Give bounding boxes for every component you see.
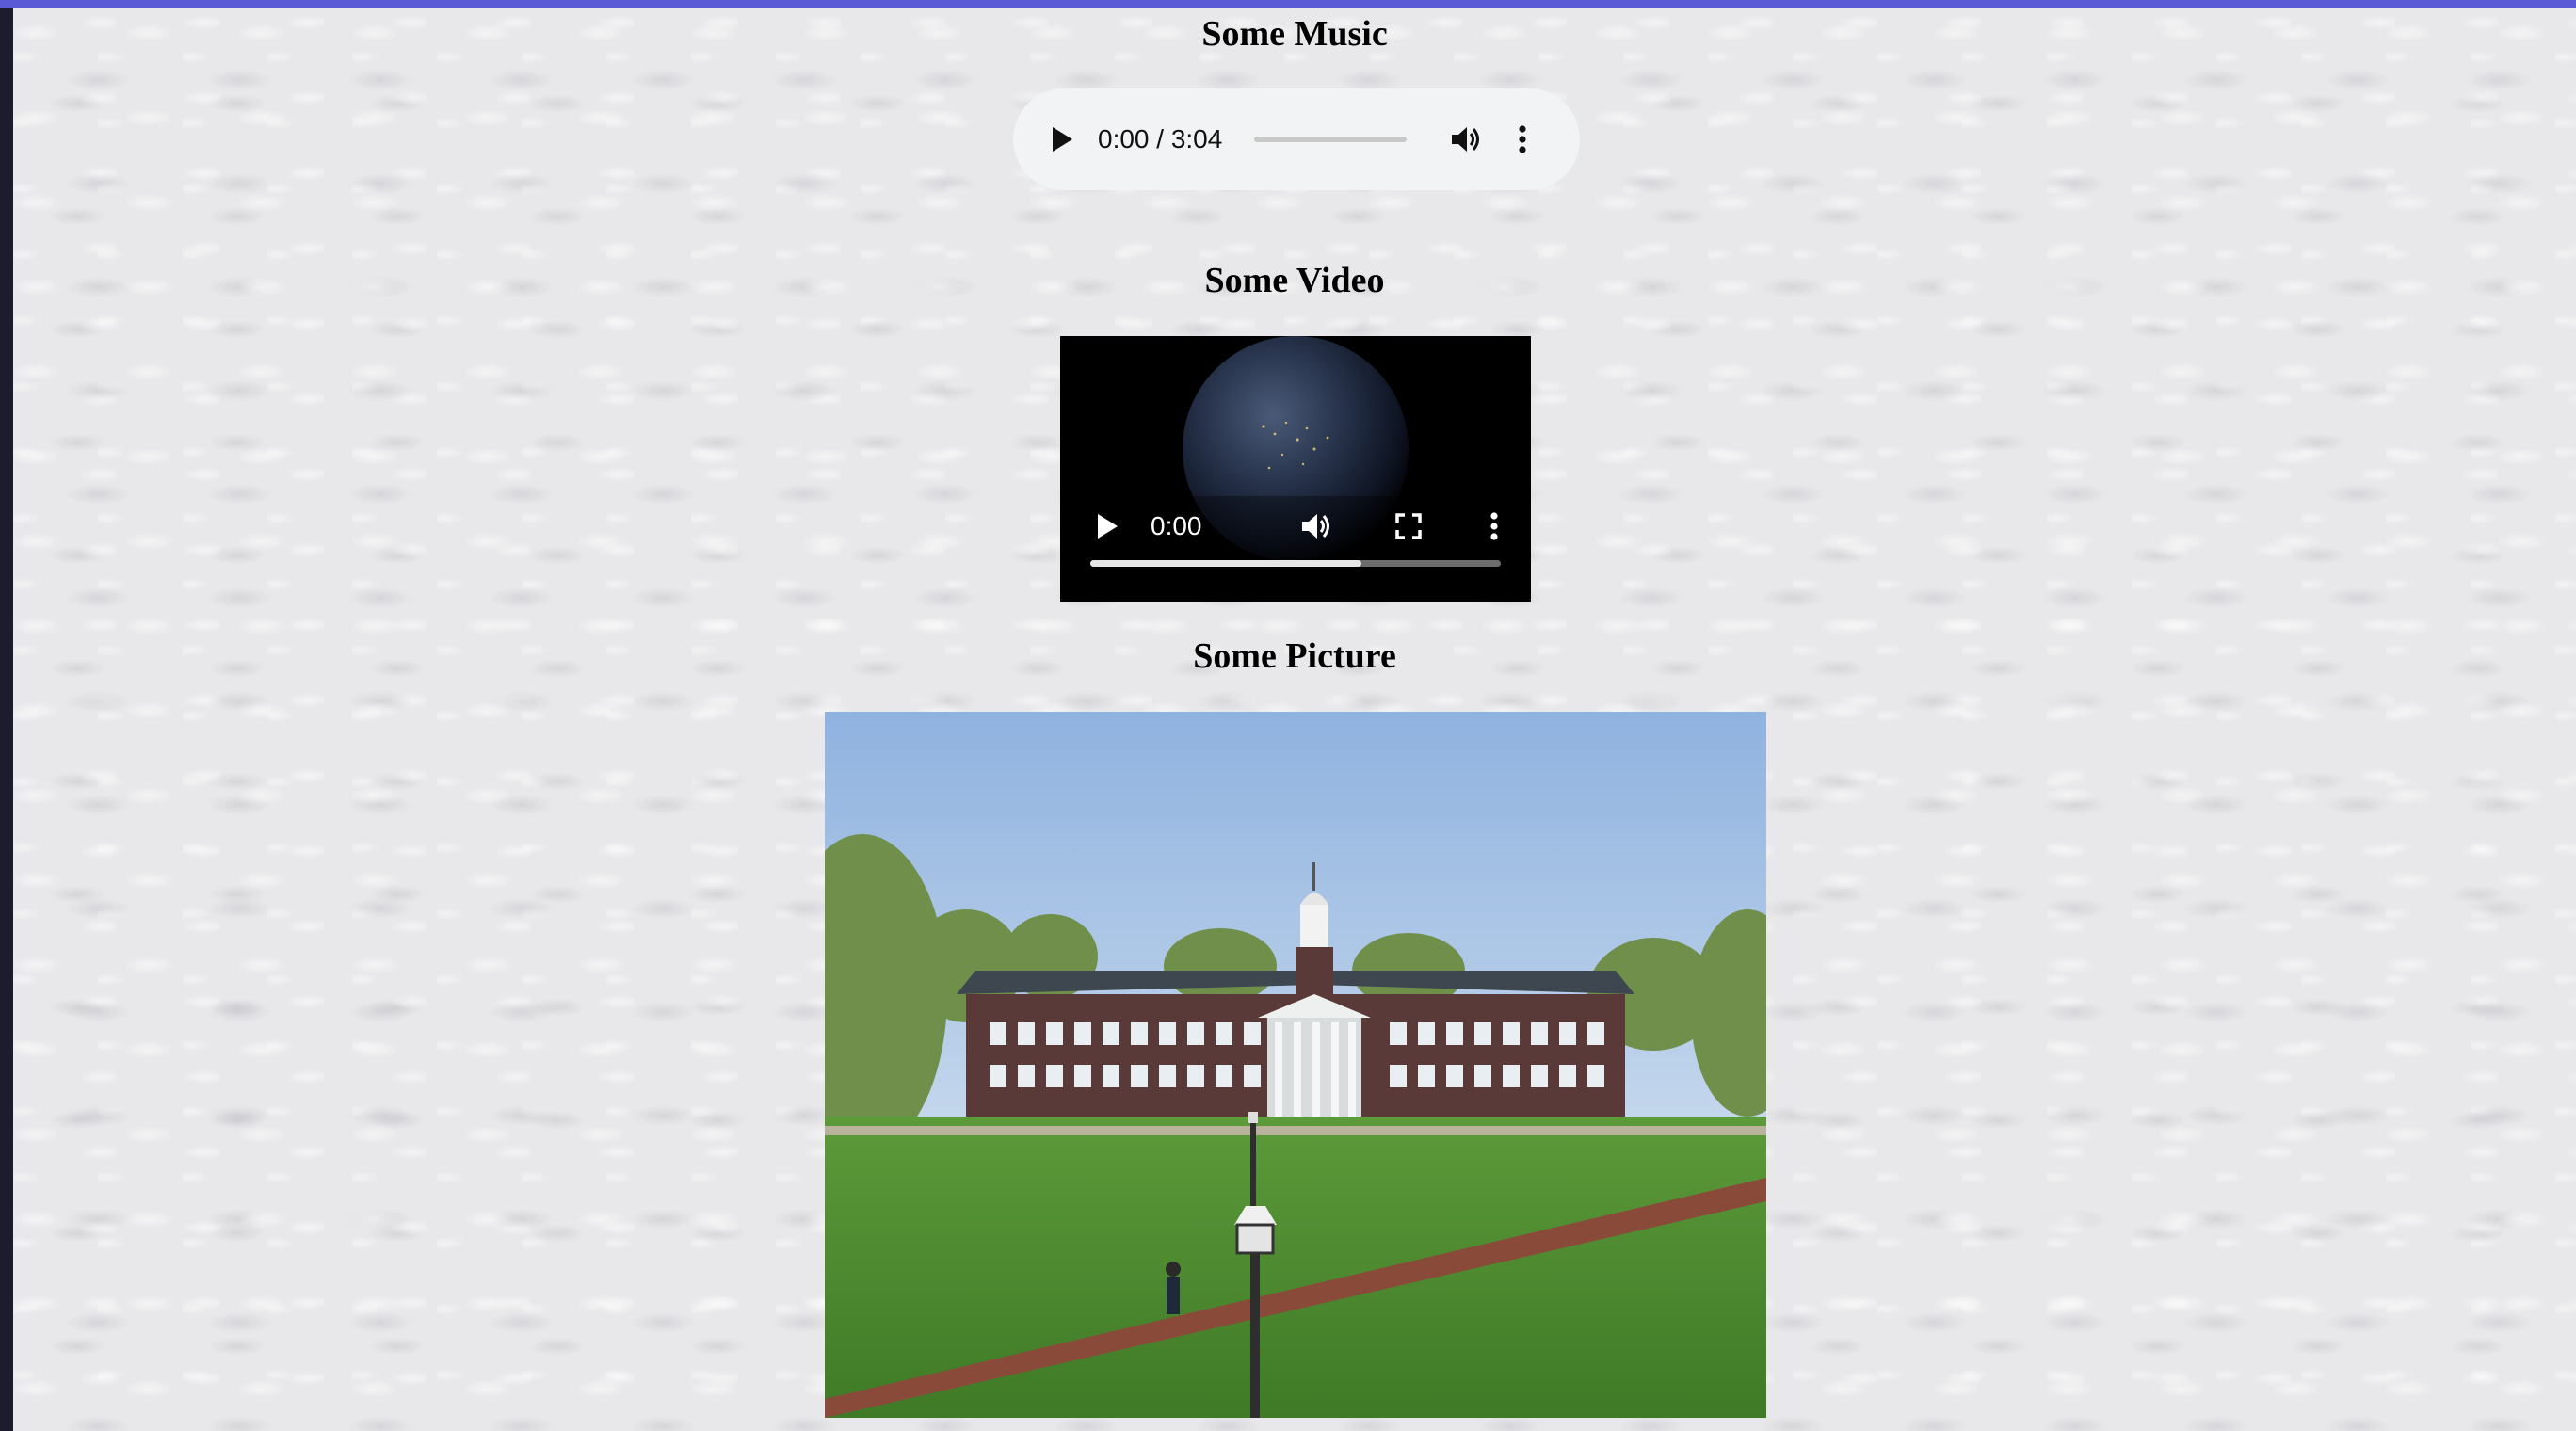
campus-photo (825, 712, 1766, 1418)
music-heading: Some Music (1201, 14, 1388, 54)
top-accent-bar (0, 0, 2576, 8)
audio-time-display: 0:00 / 3:04 (1098, 124, 1223, 153)
video-buffered-fill (1090, 560, 1361, 567)
video-heading: Some Video (1204, 261, 1385, 300)
video-seek-bar[interactable] (1090, 560, 1501, 567)
video-controls: 0:00 (1060, 496, 1531, 602)
volume-icon[interactable] (1298, 507, 1336, 545)
more-vertical-icon[interactable] (1480, 507, 1508, 545)
play-icon[interactable] (1043, 121, 1081, 158)
more-vertical-icon[interactable] (1508, 121, 1537, 158)
audio-player[interactable]: 0:00 / 3:04 (1013, 88, 1580, 190)
video-player[interactable]: 0:00 (1060, 336, 1531, 602)
volume-icon[interactable] (1448, 121, 1486, 158)
picture-heading: Some Picture (1193, 636, 1396, 676)
video-time-display: 0:00 (1151, 511, 1202, 540)
play-icon[interactable] (1092, 507, 1122, 545)
page-body: Some Music 0:00 / 3:04 Some Video 0:00 S… (13, 8, 2576, 1431)
fullscreen-icon[interactable] (1390, 507, 1427, 545)
audio-seek-bar[interactable] (1254, 137, 1408, 142)
